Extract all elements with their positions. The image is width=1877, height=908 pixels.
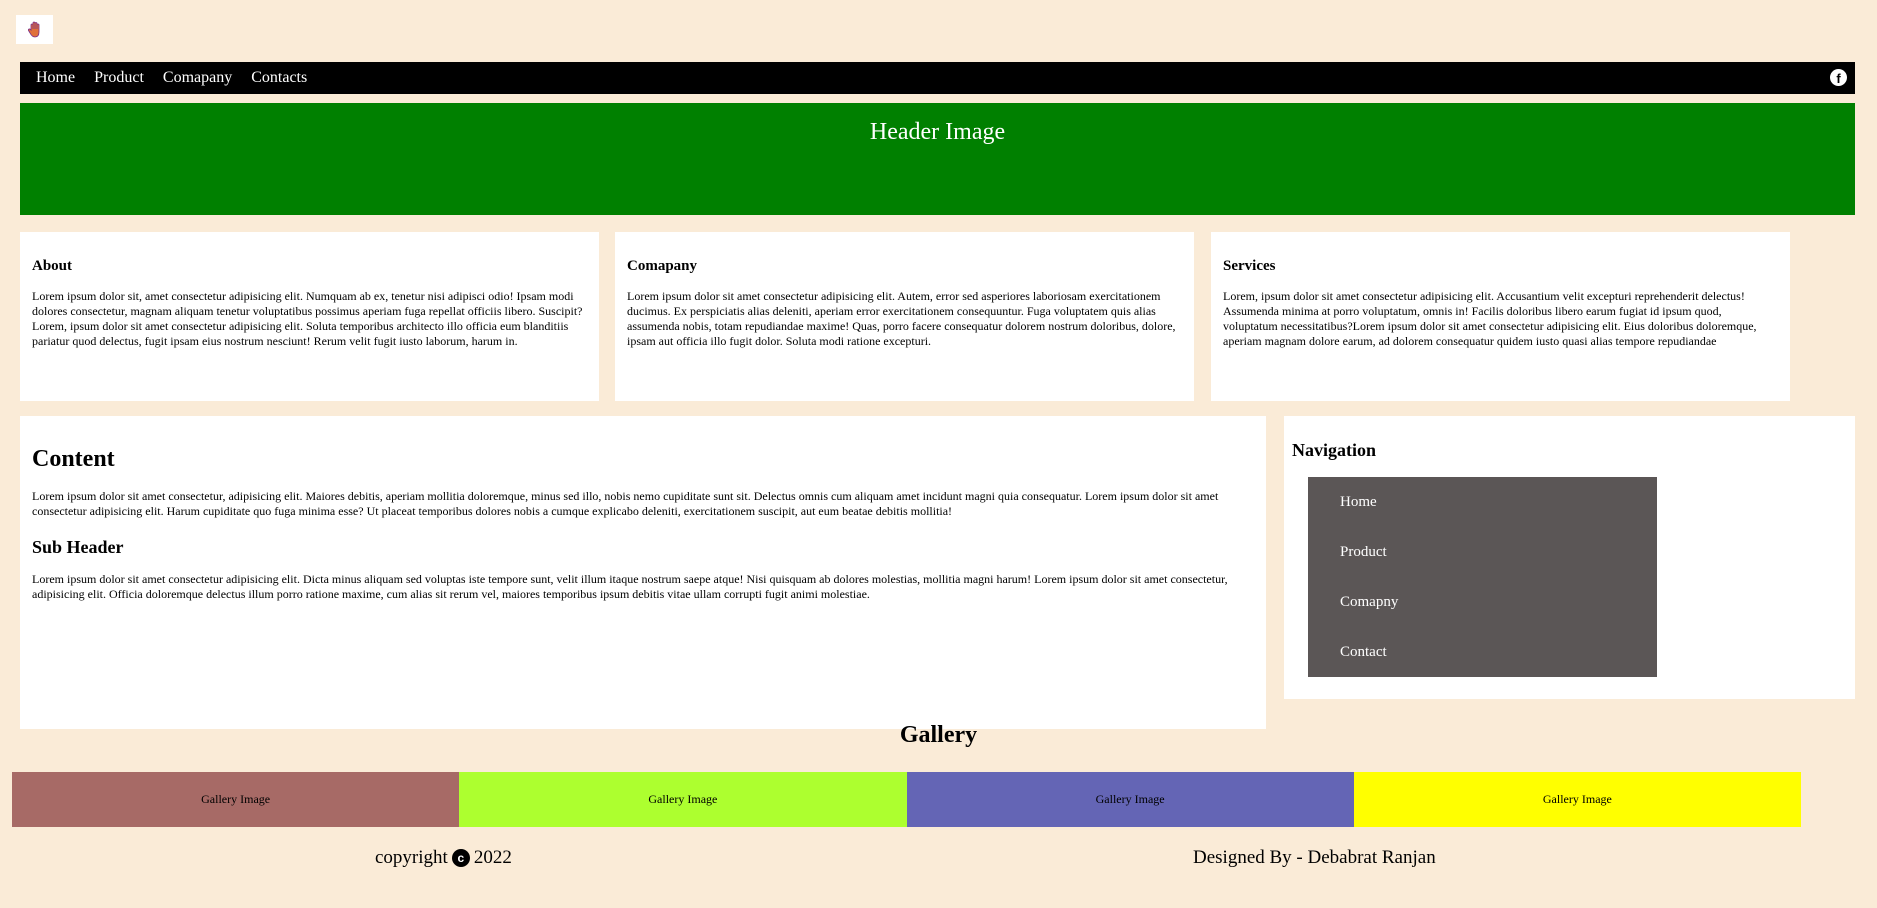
copyright-icon: c (451, 849, 470, 867)
copyright-notice: copyright c 2022 (375, 847, 512, 869)
logo[interactable] (16, 15, 53, 44)
side-navigation-list: Home Product Comapny Contact (1308, 477, 1657, 677)
side-nav-item-contact[interactable]: Contact (1308, 627, 1657, 677)
content-section: Content Lorem ipsum dolor sit amet conse… (20, 416, 1266, 729)
gallery: Gallery Image Gallery Image Gallery Imag… (12, 772, 1801, 827)
designer-credit: Designed By - Debabrat Ranjan (1193, 847, 1436, 868)
content-paragraph: Lorem ipsum dolor sit amet consectetur a… (32, 572, 1228, 601)
topnav-contacts-link[interactable]: Contacts (251, 69, 307, 87)
card-title: Comapany (627, 258, 698, 274)
gallery-title: Gallery (899, 722, 978, 748)
copyright-year: 2022 (473, 847, 512, 868)
topnav-product-link[interactable]: Product (94, 69, 144, 87)
facebook-icon[interactable]: f (1830, 69, 1847, 86)
hand-icon (27, 21, 39, 37)
header-title: Header Image (869, 119, 1006, 145)
side-nav-item-home[interactable]: Home (1308, 477, 1657, 527)
gallery-image: Gallery Image (906, 772, 1354, 827)
side-nav-item-product[interactable]: Product (1308, 527, 1657, 577)
card-text: Lorem ipsum dolor sit amet consectetur a… (627, 289, 1176, 348)
top-navbar: Home Product Comapany Contacts f (20, 62, 1855, 94)
card-title: Services (1223, 258, 1276, 274)
content-paragraph: Lorem ipsum dolor sit amet consectetur, … (32, 489, 1219, 518)
footer: copyright c 2022 Designed By - Debabrat … (0, 847, 1877, 871)
sub-header: Sub Header (32, 537, 124, 557)
gallery-image: Gallery Image (459, 772, 907, 827)
card-title: About (32, 258, 73, 274)
topnav-home-link[interactable]: Home (36, 69, 75, 87)
side-navigation-title: Navigation (1292, 440, 1377, 460)
card-text: Lorem, ipsum dolor sit amet consectetur … (1223, 289, 1757, 348)
header-banner: Header Image (20, 103, 1855, 215)
side-navigation: Navigation Home Product Comapny Contact (1284, 416, 1855, 699)
topnav-company-link[interactable]: Comapany (163, 69, 232, 87)
content-title: Content (32, 446, 115, 472)
card-text: Lorem ipsum dolor sit, amet consectetur … (32, 289, 583, 348)
gallery-image: Gallery Image (12, 772, 460, 827)
company-card: Comapany Lorem ipsum dolor sit amet cons… (615, 232, 1194, 401)
side-nav-item-company[interactable]: Comapny (1308, 577, 1657, 627)
copyright-label: copyright (375, 847, 448, 868)
gallery-image: Gallery Image (1353, 772, 1801, 827)
services-card: Services Lorem, ipsum dolor sit amet con… (1211, 232, 1790, 401)
about-card: About Lorem ipsum dolor sit, amet consec… (20, 232, 599, 401)
